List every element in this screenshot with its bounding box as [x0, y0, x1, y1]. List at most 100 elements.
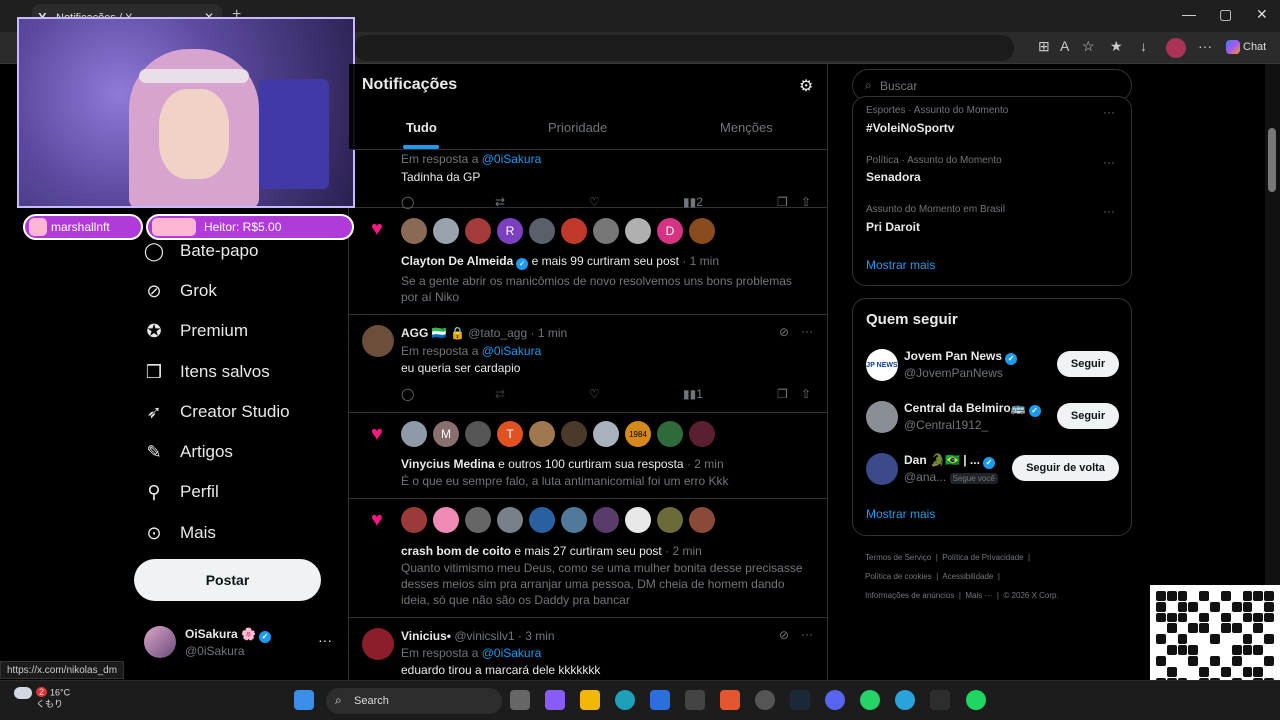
scrollbar-thumb[interactable]: [1268, 128, 1276, 192]
weather-widget[interactable]: 2 16°C くもり: [14, 687, 70, 710]
store-icon[interactable]: [650, 690, 670, 710]
browser-profile-avatar[interactable]: [1166, 38, 1186, 58]
app-icon[interactable]: [685, 690, 705, 710]
avatar[interactable]: [465, 421, 491, 447]
nav-item-mais[interactable]: ⊙ Mais: [144, 513, 215, 553]
avatar[interactable]: [529, 507, 555, 533]
notification-likes[interactable]: ♥ M T 1984 Vinycius Medina e outros 100 …: [349, 413, 827, 499]
maximize-button[interactable]: ▢: [1219, 6, 1232, 23]
post-button[interactable]: Postar: [134, 559, 321, 601]
avatar[interactable]: [657, 507, 683, 533]
avatar[interactable]: [497, 507, 523, 533]
tab-tudo[interactable]: Tudo: [406, 120, 437, 135]
footer-link[interactable]: Política de cookies: [865, 572, 932, 581]
read-aloud-icon[interactable]: A: [1060, 38, 1069, 54]
whatsapp-icon[interactable]: [860, 690, 880, 710]
views-icon[interactable]: ▮▮ 2: [683, 195, 703, 209]
gear-icon[interactable]: ⚙: [799, 76, 813, 96]
account-name[interactable]: Central da Belmiro🚌: [904, 401, 1026, 415]
avatar[interactable]: [593, 421, 619, 447]
author-name[interactable]: Vinicius•: [401, 629, 451, 643]
avatar[interactable]: [593, 507, 619, 533]
bookmark-icon[interactable]: ❒: [777, 387, 788, 401]
like-icon[interactable]: ♡: [589, 195, 600, 209]
avatar[interactable]: [529, 218, 555, 244]
reply-handle[interactable]: @0iSakura: [482, 152, 542, 166]
favorites-icon[interactable]: ★: [1110, 38, 1123, 55]
notification-reply[interactable]: AGG 🇸🇱 🔒 @tato_agg · 1 min ⊘ ··· Em resp…: [349, 315, 827, 413]
share-icon[interactable]: ⇧: [801, 387, 811, 401]
url-input[interactable]: [354, 35, 1014, 61]
avatar[interactable]: [866, 453, 898, 485]
share-icon[interactable]: ⇧: [801, 195, 811, 209]
reply-icon[interactable]: ◯: [401, 387, 414, 401]
footer-link[interactable]: Política de Privacidade: [942, 553, 1023, 562]
account-switcher[interactable]: OiSakura 🌸 ✓ @0iSakura ···: [144, 624, 334, 664]
author-name[interactable]: AGG 🇸🇱 🔒: [401, 326, 465, 340]
more-icon[interactable]: ···: [1103, 105, 1115, 119]
close-window-button[interactable]: ✕: [1256, 6, 1268, 23]
nav-item-grok[interactable]: ⊘ Grok: [144, 271, 216, 311]
show-more-link[interactable]: Mostrar mais: [866, 258, 935, 272]
reply-handle[interactable]: @0iSakura: [482, 344, 542, 358]
minimize-button[interactable]: —: [1182, 6, 1196, 22]
reply-handle[interactable]: @0iSakura: [482, 646, 542, 660]
nav-item-creator-studio[interactable]: ➶ Creator Studio: [144, 392, 289, 432]
telegram-icon[interactable]: [895, 690, 915, 710]
avatar[interactable]: [465, 507, 491, 533]
app-grid-icon[interactable]: ⊞: [1038, 38, 1050, 55]
taskbar-search[interactable]: ⌕ Search: [326, 688, 502, 714]
edge-icon[interactable]: [615, 690, 635, 710]
liker-name[interactable]: Vinycius Medina: [401, 457, 495, 471]
steam-icon[interactable]: [790, 690, 810, 710]
repost-icon[interactable]: ⇄: [495, 195, 505, 209]
account-name[interactable]: Dan 🐊🇧🇷 | ...: [904, 453, 980, 467]
account-name[interactable]: Jovem Pan News: [904, 349, 1002, 363]
follow-button[interactable]: Seguir: [1057, 403, 1119, 429]
avatar[interactable]: [401, 421, 427, 447]
avatar[interactable]: [561, 507, 587, 533]
avatar[interactable]: [362, 628, 394, 660]
liker-name[interactable]: Clayton De Almeida: [401, 254, 513, 268]
downloads-icon[interactable]: ↓: [1140, 38, 1147, 54]
avatar[interactable]: [689, 218, 715, 244]
more-icon[interactable]: ···: [318, 632, 332, 648]
nav-item-premium[interactable]: ✪ Premium: [144, 311, 248, 351]
brave-icon[interactable]: [720, 690, 740, 710]
tab-mencoes[interactable]: Menções: [720, 120, 773, 135]
avatar[interactable]: D: [657, 218, 683, 244]
notification-reply[interactable]: Vinicius• @vinicsilv1 · 3 min ⊘ ··· Em r…: [349, 618, 827, 680]
avatar[interactable]: [625, 507, 651, 533]
trend-item[interactable]: Senadora: [866, 170, 921, 184]
show-more-link[interactable]: Mostrar mais: [866, 507, 935, 521]
avatar[interactable]: JP NEWS: [866, 349, 898, 381]
liker-name[interactable]: crash bom de coito: [401, 544, 511, 558]
trend-item[interactable]: #VoleiNoSportv: [866, 121, 954, 135]
avatar[interactable]: [866, 401, 898, 433]
avatar[interactable]: [433, 507, 459, 533]
notification-likes[interactable]: ♥ crash bom de coito e mais 27 curtiram …: [349, 499, 827, 618]
avatar[interactable]: T: [497, 421, 523, 447]
more-icon[interactable]: ···: [1103, 155, 1115, 169]
windows-start-icon[interactable]: [294, 690, 314, 710]
nav-item-artigos[interactable]: ✎ Artigos: [144, 432, 232, 472]
tab-prioridade[interactable]: Prioridade: [548, 120, 607, 135]
avatar[interactable]: [657, 421, 683, 447]
avatar[interactable]: [465, 218, 491, 244]
trend-item[interactable]: Pri Daroit: [866, 220, 920, 234]
avatar[interactable]: [529, 421, 555, 447]
grok-icon[interactable]: ⊘: [779, 325, 789, 339]
avatar[interactable]: R: [497, 218, 523, 244]
avatar[interactable]: [561, 218, 587, 244]
epic-games-icon[interactable]: [930, 690, 950, 710]
obs-icon[interactable]: [755, 690, 775, 710]
bookmark-icon[interactable]: ❒: [777, 195, 788, 209]
avatar[interactable]: [362, 325, 394, 357]
follow-button[interactable]: Seguir: [1057, 351, 1119, 377]
copilot-chat-button[interactable]: Chat: [1226, 40, 1266, 54]
avatar[interactable]: [433, 218, 459, 244]
avatar[interactable]: [689, 421, 715, 447]
grok-icon[interactable]: ⊘: [779, 628, 789, 642]
more-icon[interactable]: ···: [801, 627, 813, 641]
nav-item-itens-salvos[interactable]: ❒ Itens salvos: [144, 352, 270, 392]
